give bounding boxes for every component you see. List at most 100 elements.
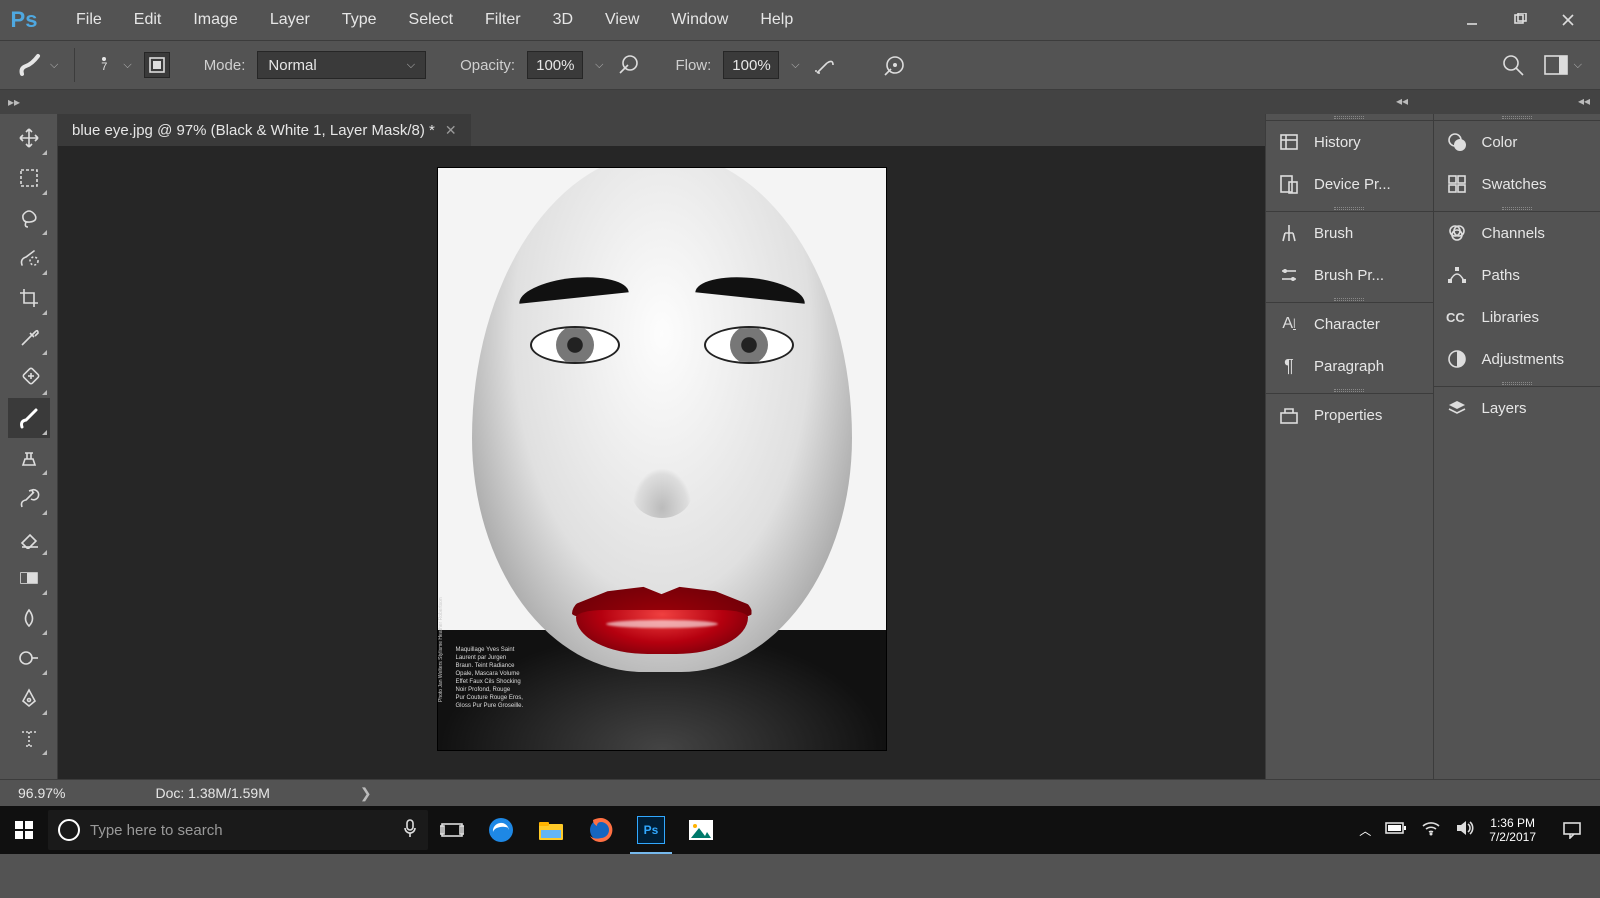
- tool-history-brush[interactable]: [8, 478, 50, 518]
- menu-help[interactable]: Help: [744, 3, 809, 37]
- status-flyout-icon[interactable]: ❯: [360, 785, 372, 802]
- taskbar-app-edge[interactable]: [476, 806, 526, 854]
- panel-paragraph[interactable]: ¶Paragraph: [1266, 345, 1433, 387]
- battery-icon[interactable]: [1385, 821, 1407, 839]
- collapse-panels-left-icon[interactable]: ◂◂: [1396, 94, 1408, 108]
- panel-adjustments[interactable]: Adjustments: [1434, 338, 1600, 380]
- panel-history[interactable]: History: [1266, 121, 1433, 163]
- taskbar-search[interactable]: Type here to search: [48, 810, 428, 850]
- panel-properties[interactable]: Properties: [1266, 394, 1433, 436]
- taskbar-app-photos[interactable]: [676, 806, 726, 854]
- menu-type[interactable]: Type: [326, 3, 393, 37]
- menu-bar: Ps File Edit Image Layer Type Select Fil…: [0, 0, 1600, 40]
- tool-lasso[interactable]: [8, 198, 50, 238]
- menu-edit[interactable]: Edit: [118, 3, 178, 37]
- flow-flyout[interactable]: ⌵: [791, 59, 799, 72]
- collapse-panels-right-icon[interactable]: ◂◂: [1578, 94, 1590, 108]
- menu-image[interactable]: Image: [177, 3, 253, 37]
- panel-channels[interactable]: Channels: [1434, 212, 1600, 254]
- minimize-button[interactable]: [1448, 0, 1496, 40]
- start-button[interactable]: [0, 806, 48, 854]
- document-tab-title: blue eye.jpg @ 97% (Black & White 1, Lay…: [72, 122, 435, 139]
- taskbar-time: 1:36 PM: [1489, 816, 1536, 830]
- panel-brush[interactable]: Brush: [1266, 212, 1433, 254]
- task-view-button[interactable]: [428, 806, 476, 854]
- taskbar-app-photoshop[interactable]: Ps: [626, 806, 676, 854]
- search-placeholder: Type here to search: [90, 822, 223, 839]
- tool-quick-select[interactable]: [8, 238, 50, 278]
- menu-select[interactable]: Select: [393, 3, 469, 37]
- menu-view[interactable]: View: [589, 3, 655, 37]
- device-icon: [1278, 173, 1300, 195]
- tool-pen[interactable]: [8, 678, 50, 718]
- menu-file[interactable]: File: [60, 3, 118, 37]
- tool-marquee[interactable]: [8, 158, 50, 198]
- expand-tools-icon[interactable]: ▸▸: [8, 95, 20, 109]
- tool-preset-picker[interactable]: ⌵: [18, 52, 58, 78]
- brush-panel-button[interactable]: [144, 52, 170, 78]
- search-icon[interactable]: [1500, 52, 1526, 78]
- action-center-icon[interactable]: [1550, 806, 1594, 854]
- close-button[interactable]: [1544, 0, 1592, 40]
- tool-eyedropper[interactable]: [8, 318, 50, 358]
- tool-eraser[interactable]: [8, 518, 50, 558]
- menu-3d[interactable]: 3D: [537, 3, 589, 37]
- taskbar-clock[interactable]: 1:36 PM 7/2/2017: [1489, 816, 1536, 844]
- flow-input[interactable]: 100%: [723, 51, 779, 79]
- tool-type[interactable]: [8, 718, 50, 758]
- layers-icon: [1446, 397, 1468, 419]
- panel-character[interactable]: A|Character: [1266, 303, 1433, 345]
- tool-healing-brush[interactable]: [8, 358, 50, 398]
- opacity-flyout[interactable]: ⌵: [595, 59, 603, 72]
- pressure-opacity-icon[interactable]: [615, 52, 641, 78]
- status-bar: 96.97% Doc: 1.38M/1.59M ❯: [0, 779, 1600, 806]
- mic-icon[interactable]: [402, 818, 418, 842]
- canvas[interactable]: Photo Jan Welters Stylisme Heather Rober…: [58, 146, 1265, 779]
- tray-chevron-icon[interactable]: ︿: [1359, 822, 1371, 839]
- panel-device-preview[interactable]: Device Pr...: [1266, 163, 1433, 205]
- panel-paths[interactable]: Paths: [1434, 254, 1600, 296]
- taskbar-app-explorer[interactable]: [526, 806, 576, 854]
- image-credits: Maquillage Yves Saint Laurent par Jurgen…: [456, 646, 566, 710]
- panel-color[interactable]: Color: [1434, 121, 1600, 163]
- opacity-input[interactable]: 100%: [527, 51, 583, 79]
- tool-gradient[interactable]: [8, 558, 50, 598]
- blend-mode-select[interactable]: Normal ⌵: [257, 51, 426, 79]
- document-tab[interactable]: blue eye.jpg @ 97% (Black & White 1, Lay…: [58, 114, 471, 146]
- brush-presets-icon: [1278, 264, 1300, 286]
- brush-size-value: 7: [101, 61, 107, 73]
- color-icon: [1446, 131, 1468, 153]
- panel-brush-presets[interactable]: Brush Pr...: [1266, 254, 1433, 296]
- pressure-size-icon[interactable]: [882, 52, 908, 78]
- panel-label: Brush: [1314, 225, 1353, 242]
- panel-layers[interactable]: Layers: [1434, 387, 1600, 429]
- airbrush-icon[interactable]: [812, 52, 838, 78]
- properties-icon: [1278, 404, 1300, 426]
- close-tab-icon[interactable]: ✕: [445, 122, 457, 139]
- brush-preset-picker[interactable]: 7 ⌵: [91, 52, 131, 78]
- panel-label: Device Pr...: [1314, 176, 1391, 193]
- workspace-switcher[interactable]: ⌵: [1544, 55, 1582, 75]
- tool-move[interactable]: [8, 118, 50, 158]
- panel-label: Layers: [1482, 400, 1527, 417]
- zoom-level[interactable]: 96.97%: [18, 785, 65, 801]
- menu-layer[interactable]: Layer: [254, 3, 326, 37]
- document-area: blue eye.jpg @ 97% (Black & White 1, Lay…: [58, 114, 1265, 779]
- tool-brush[interactable]: [8, 398, 50, 438]
- taskbar-app-firefox[interactable]: [576, 806, 626, 854]
- tool-clone-stamp[interactable]: [8, 438, 50, 478]
- menu-filter[interactable]: Filter: [469, 3, 537, 37]
- tool-crop[interactable]: [8, 278, 50, 318]
- doc-info[interactable]: Doc: 1.38M/1.59M: [155, 785, 269, 801]
- channels-icon: [1446, 222, 1468, 244]
- panel-label: Adjustments: [1482, 351, 1565, 368]
- menu-window[interactable]: Window: [655, 3, 744, 37]
- wifi-icon[interactable]: [1421, 820, 1441, 840]
- taskbar-date: 7/2/2017: [1489, 830, 1536, 844]
- volume-icon[interactable]: [1455, 819, 1475, 841]
- panel-libraries[interactable]: C⁠CLibraries: [1434, 296, 1600, 338]
- tool-blur[interactable]: [8, 598, 50, 638]
- panel-swatches[interactable]: Swatches: [1434, 163, 1600, 205]
- maximize-button[interactable]: [1496, 0, 1544, 40]
- tool-dodge[interactable]: [8, 638, 50, 678]
